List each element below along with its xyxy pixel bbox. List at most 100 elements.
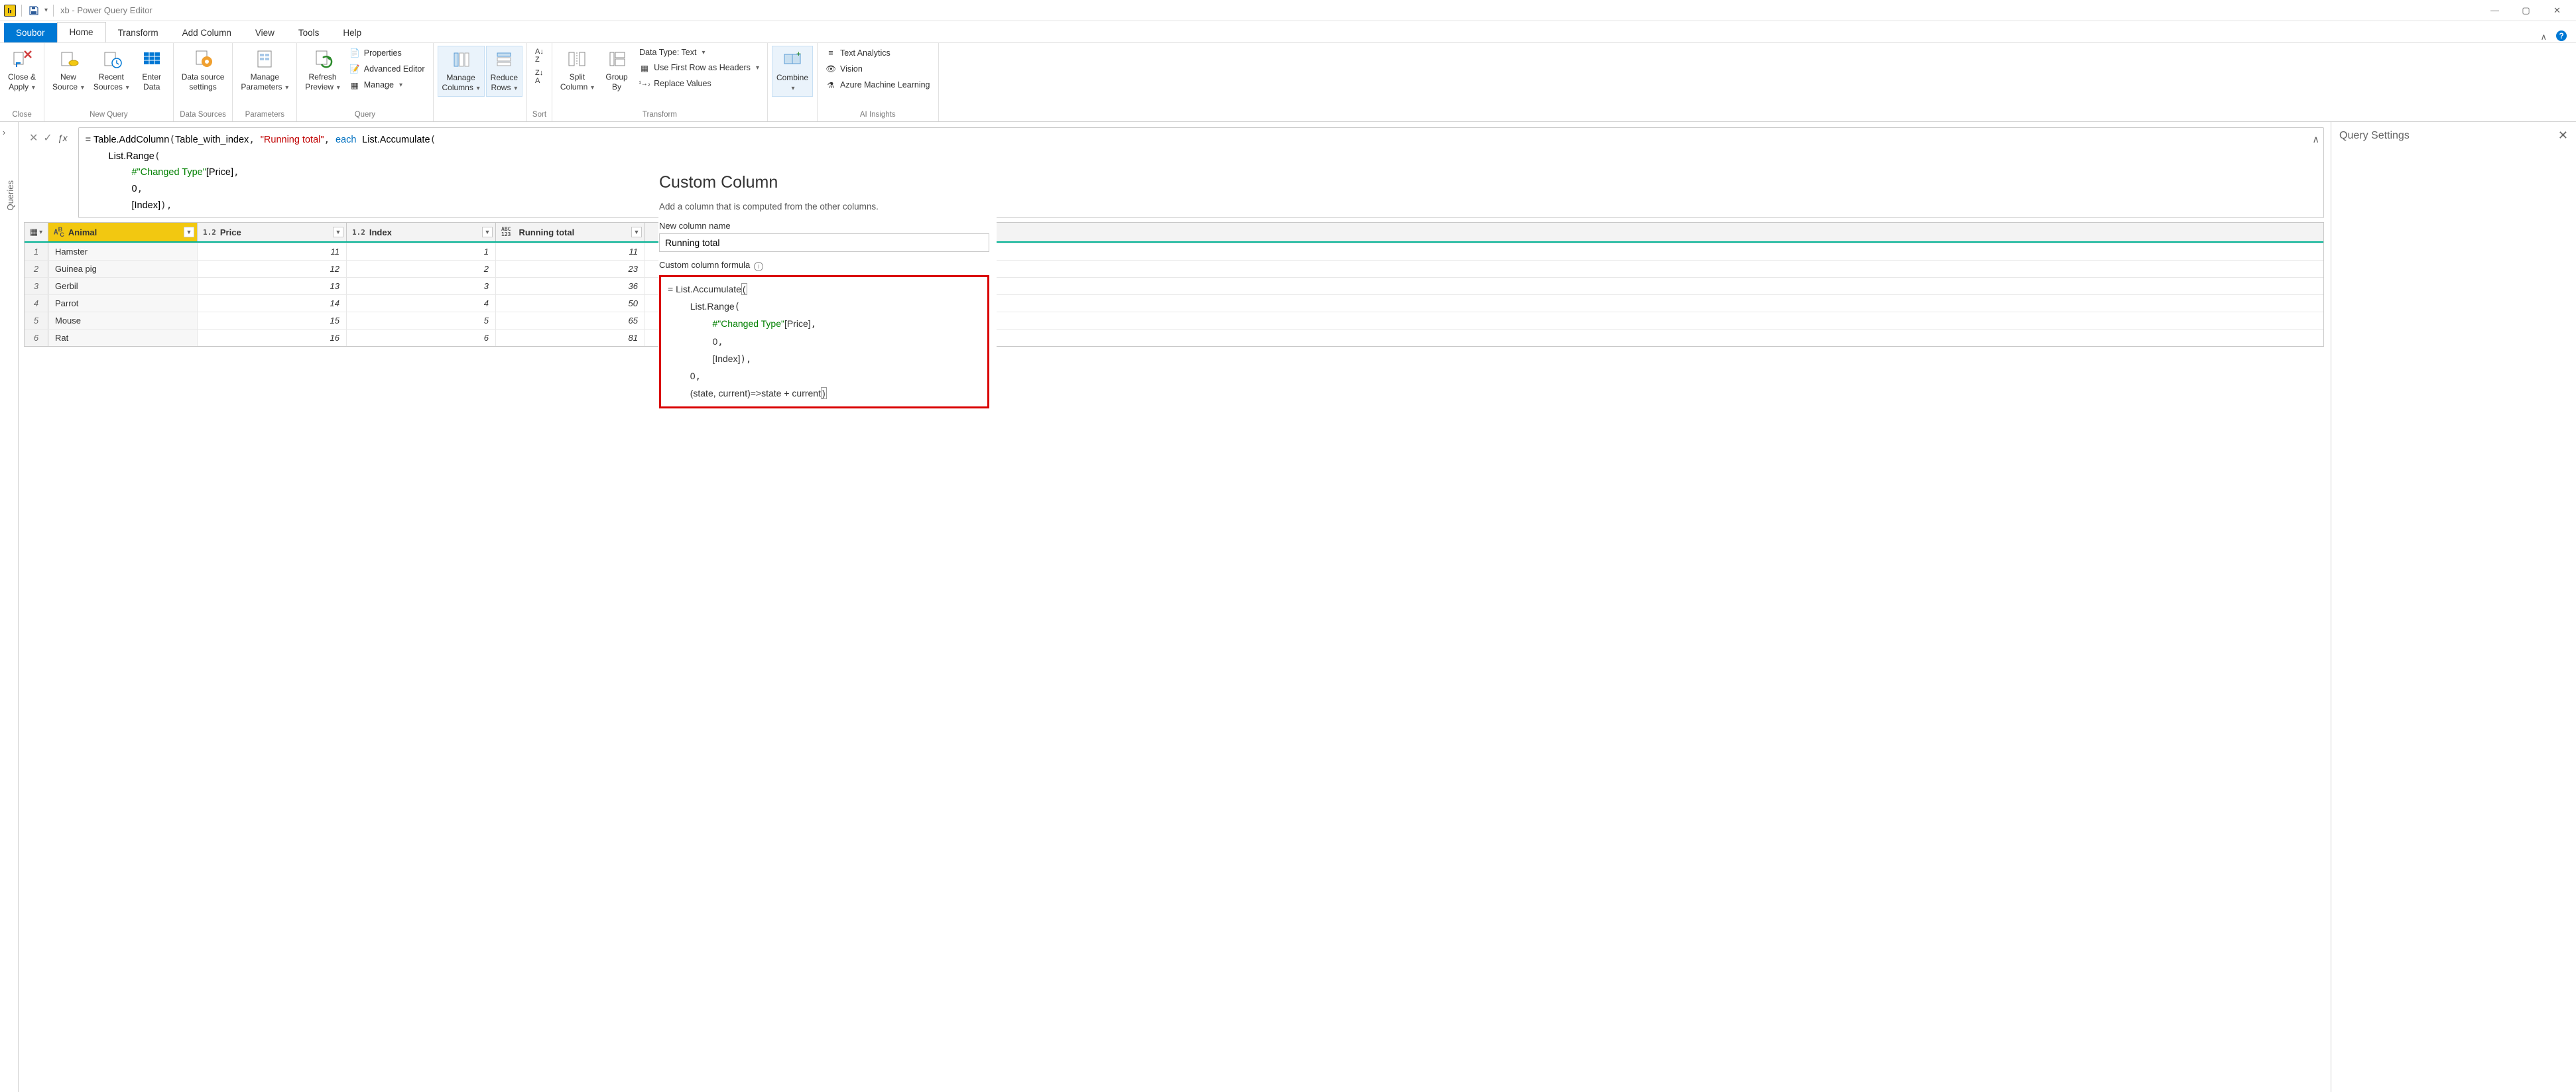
table-row[interactable]: 2Guinea pig12223 bbox=[25, 260, 2323, 277]
column-header-running[interactable]: ABC123 Running total ▼ bbox=[496, 223, 645, 241]
new-column-name-input[interactable] bbox=[659, 233, 989, 252]
refresh-icon bbox=[312, 48, 334, 70]
tab-view[interactable]: View bbox=[243, 23, 286, 42]
row-number[interactable]: 5 bbox=[25, 312, 48, 329]
text-analytics-button[interactable]: ≡Text Analytics bbox=[822, 46, 934, 60]
cell-running[interactable]: 23 bbox=[496, 261, 645, 277]
tab-home[interactable]: Home bbox=[57, 22, 106, 42]
data-source-settings-button[interactable]: Data sourcesettings bbox=[178, 46, 229, 95]
cell-animal[interactable]: Parrot bbox=[48, 295, 198, 312]
column-filter-index[interactable]: ▼ bbox=[482, 227, 493, 237]
collapse-ribbon-icon[interactable]: ∧ bbox=[2540, 32, 2547, 42]
reduce-rows-button[interactable]: ReduceRows ▾ bbox=[486, 46, 522, 97]
cell-price[interactable]: 12 bbox=[198, 261, 347, 277]
tab-transform[interactable]: Transform bbox=[106, 23, 170, 42]
file-tab[interactable]: Soubor bbox=[4, 23, 57, 42]
cell-running[interactable]: 36 bbox=[496, 278, 645, 294]
formula-input[interactable]: = Table.AddColumn(Table_with_index, "Run… bbox=[78, 127, 2324, 218]
table-row[interactable]: 4Parrot14450 bbox=[25, 294, 2323, 312]
cell-running[interactable]: 81 bbox=[496, 330, 645, 346]
cell-index[interactable]: 6 bbox=[347, 330, 496, 346]
expand-formula-icon[interactable]: ∧ bbox=[2312, 132, 2319, 149]
vision-button[interactable]: 👁Vision bbox=[822, 62, 934, 76]
cell-running[interactable]: 65 bbox=[496, 312, 645, 329]
cell-running[interactable]: 11 bbox=[496, 243, 645, 260]
cell-animal[interactable]: Mouse bbox=[48, 312, 198, 329]
cancel-formula-icon[interactable]: ✕ bbox=[29, 131, 38, 145]
properties-button[interactable]: 📄Properties bbox=[345, 46, 429, 60]
cell-animal[interactable]: Gerbil bbox=[48, 278, 198, 294]
formula-editor[interactable]: = List.Accumulate( List.Range( #"Changed… bbox=[659, 275, 989, 408]
combine-button[interactable]: + Combine▾ bbox=[772, 46, 813, 97]
tab-help[interactable]: Help bbox=[331, 23, 373, 42]
table-row[interactable]: 5Mouse15565 bbox=[25, 312, 2323, 329]
minimize-button[interactable]: — bbox=[2480, 1, 2510, 21]
row-number[interactable]: 4 bbox=[25, 295, 48, 312]
cell-price[interactable]: 15 bbox=[198, 312, 347, 329]
cell-running[interactable]: 50 bbox=[496, 295, 645, 312]
row-number[interactable]: 3 bbox=[25, 278, 48, 294]
close-apply-button[interactable]: Close &Apply ▾ bbox=[4, 46, 40, 95]
close-window-button[interactable]: ✕ bbox=[2542, 1, 2572, 21]
row-number[interactable]: 2 bbox=[25, 261, 48, 277]
sort-desc-button[interactable]: Z↓A bbox=[531, 67, 548, 87]
cell-index[interactable]: 1 bbox=[347, 243, 496, 260]
cell-index[interactable]: 4 bbox=[347, 295, 496, 312]
help-icon[interactable]: ? bbox=[2555, 29, 2568, 42]
cell-animal[interactable]: Hamster bbox=[48, 243, 198, 260]
column-filter-animal[interactable]: ▼ bbox=[184, 227, 194, 237]
window-title: xb - Power Query Editor bbox=[60, 5, 153, 15]
table-row[interactable]: 6Rat16681 bbox=[25, 329, 2323, 346]
tab-tools[interactable]: Tools bbox=[286, 23, 332, 42]
column-header-animal[interactable]: ABC Animal ▼ bbox=[48, 223, 198, 241]
tab-add-column[interactable]: Add Column bbox=[170, 23, 243, 42]
cell-price[interactable]: 14 bbox=[198, 295, 347, 312]
expand-queries-icon[interactable]: › bbox=[3, 127, 5, 137]
cell-animal[interactable]: Rat bbox=[48, 330, 198, 346]
cell-price[interactable]: 13 bbox=[198, 278, 347, 294]
save-icon[interactable] bbox=[27, 4, 40, 17]
row-number[interactable]: 6 bbox=[25, 330, 48, 346]
advanced-editor-button[interactable]: 📝Advanced Editor bbox=[345, 62, 429, 76]
table-icon[interactable]: ▦▾ bbox=[25, 223, 48, 241]
column-filter-price[interactable]: ▼ bbox=[333, 227, 343, 237]
app-icon[interactable] bbox=[4, 5, 16, 17]
recent-sources-label: RecentSources ▾ bbox=[93, 72, 129, 93]
cell-index[interactable]: 2 bbox=[347, 261, 496, 277]
table-row[interactable]: 3Gerbil13336 bbox=[25, 277, 2323, 294]
column-header-index[interactable]: 1.2 Index ▼ bbox=[347, 223, 496, 241]
refresh-preview-label: RefreshPreview ▾ bbox=[305, 72, 340, 93]
table-row[interactable]: 1Hamster11111 bbox=[25, 243, 2323, 260]
first-row-headers-button[interactable]: ▦Use First Row as Headers ▾ bbox=[635, 60, 763, 75]
new-source-icon bbox=[58, 48, 79, 70]
column-header-price[interactable]: 1.2 Price ▼ bbox=[198, 223, 347, 241]
fx-icon[interactable]: ƒx bbox=[58, 133, 68, 143]
cell-animal[interactable]: Guinea pig bbox=[48, 261, 198, 277]
recent-sources-button[interactable]: RecentSources ▾ bbox=[90, 46, 133, 95]
new-source-button[interactable]: NewSource ▾ bbox=[48, 46, 88, 95]
replace-values-button[interactable]: ¹→₂Replace Values bbox=[635, 76, 763, 91]
manage-button[interactable]: ▦Manage ▾ bbox=[345, 78, 429, 92]
cell-price[interactable]: 16 bbox=[198, 330, 347, 346]
close-panel-icon[interactable]: ✕ bbox=[2558, 129, 2568, 143]
group-by-button[interactable]: GroupBy bbox=[599, 46, 634, 95]
row-number[interactable]: 1 bbox=[25, 243, 48, 260]
enter-data-button[interactable]: EnterData bbox=[135, 46, 169, 95]
sort-asc-button[interactable]: A↓Z bbox=[531, 46, 548, 66]
refresh-preview-button[interactable]: RefreshPreview ▾ bbox=[301, 46, 344, 95]
queries-pane-collapsed[interactable]: › Queries bbox=[0, 122, 19, 1092]
split-column-button[interactable]: SplitColumn ▾ bbox=[556, 46, 598, 95]
manage-columns-button[interactable]: ManageColumns ▾ bbox=[438, 46, 485, 97]
cell-price[interactable]: 11 bbox=[198, 243, 347, 260]
manage-parameters-button[interactable]: ManageParameters ▾ bbox=[237, 46, 292, 95]
combine-label: Combine▾ bbox=[776, 73, 808, 93]
azure-ml-button[interactable]: ⚗Azure Machine Learning bbox=[822, 78, 934, 92]
commit-formula-icon[interactable]: ✓ bbox=[43, 131, 52, 145]
cell-index[interactable]: 5 bbox=[347, 312, 496, 329]
maximize-button[interactable]: ▢ bbox=[2511, 1, 2541, 21]
qat-dropdown-icon[interactable]: ▾ bbox=[44, 7, 48, 14]
column-filter-running[interactable]: ▼ bbox=[631, 227, 642, 237]
cell-index[interactable]: 3 bbox=[347, 278, 496, 294]
data-type-button[interactable]: Data Type: Text ▾ bbox=[635, 46, 763, 59]
info-icon[interactable]: i bbox=[754, 262, 763, 271]
